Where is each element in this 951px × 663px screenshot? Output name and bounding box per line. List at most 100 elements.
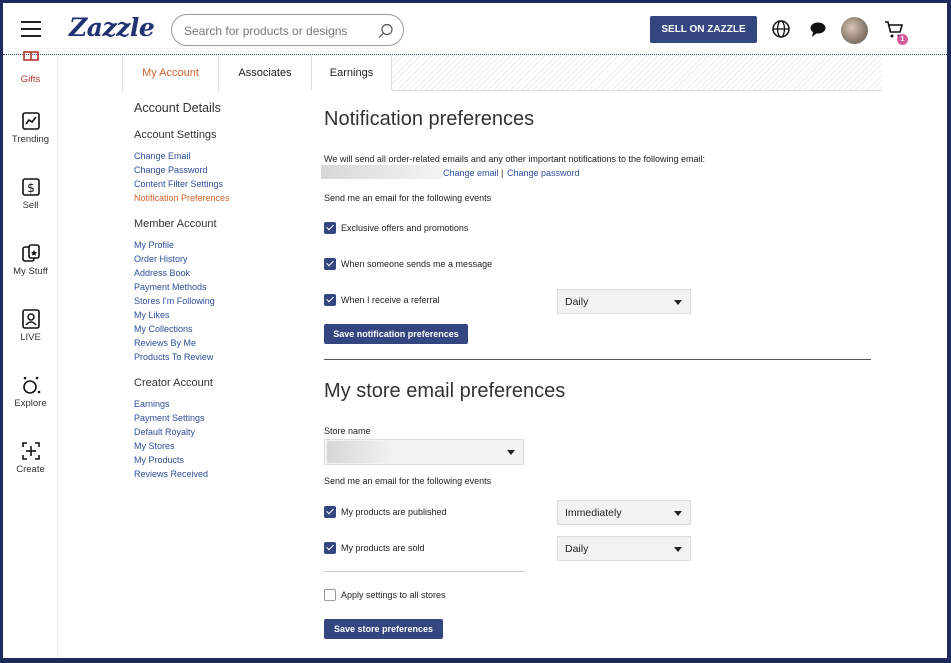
nav-default-royalty[interactable]: Default Royalty (134, 427, 195, 437)
referral-frequency-value: Daily (565, 296, 589, 308)
globe-icon[interactable] (770, 18, 792, 40)
browser-frame: Zazzle SELL ON ZAZZLE 1 (3, 3, 947, 658)
svg-text:$: $ (27, 181, 35, 195)
store-name-select[interactable] (324, 439, 524, 465)
menu-icon[interactable] (21, 21, 41, 37)
tab-associates[interactable]: Associates (218, 55, 312, 91)
account-details-title: Account Details (134, 101, 221, 115)
nav-change-password[interactable]: Change Password (134, 165, 208, 175)
member-account-heading: Member Account (134, 218, 217, 230)
published-frequency-select[interactable]: Immediately (557, 500, 691, 525)
nav-content-filter-settings[interactable]: Content Filter Settings (134, 179, 223, 189)
message-label: When someone sends me a message (341, 259, 493, 269)
account-tabs: My Account Associates Earnings (122, 55, 882, 92)
rail-label-gifts: Gifts (20, 74, 41, 85)
avatar[interactable] (841, 17, 868, 44)
my-stuff-icon (21, 244, 40, 262)
sold-frequency-value: Daily (565, 543, 589, 555)
rail-item-my-stuff[interactable]: My Stuff (3, 242, 58, 277)
save-store-preferences-button[interactable]: Save store preferences (324, 619, 443, 639)
search-box[interactable] (171, 14, 404, 46)
apply-divider (324, 571, 525, 572)
apply-all-stores-checkbox[interactable] (324, 589, 336, 601)
exclusive-offers-label: Exclusive offers and promotions (341, 223, 469, 233)
rail-label-explore: Explore (14, 398, 47, 409)
nav-payment-methods[interactable]: Payment Methods (134, 282, 207, 292)
published-frequency-value: Immediately (565, 507, 622, 519)
store-events-label: Send me an email for the following event… (324, 476, 492, 486)
tab-my-account[interactable]: My Account (122, 55, 219, 92)
nav-reviews-by-me[interactable]: Reviews By Me (134, 338, 196, 348)
left-rail: Gifts Trending $ Sell My Stuff LIVE Expl… (3, 51, 58, 658)
store-name-label: Store name (324, 426, 371, 436)
search-icon[interactable] (377, 22, 395, 40)
tab-earnings[interactable]: Earnings (311, 55, 392, 91)
nav-my-likes[interactable]: My Likes (134, 310, 170, 320)
rail-item-trending[interactable]: Trending (3, 110, 58, 145)
chevron-down-icon (674, 300, 682, 305)
exclusive-offers-checkbox[interactable] (324, 222, 336, 234)
save-notification-preferences-button[interactable]: Save notification preferences (324, 324, 468, 344)
rail-item-live[interactable]: LIVE (3, 308, 58, 343)
nav-products-to-review[interactable]: Products To Review (134, 352, 213, 362)
link-separator: | (501, 168, 504, 178)
products-sold-label: My products are sold (341, 543, 425, 553)
chevron-down-icon (507, 450, 515, 455)
live-icon (21, 309, 40, 329)
referral-frequency-select[interactable]: Daily (557, 289, 691, 314)
nav-earnings[interactable]: Earnings (134, 399, 170, 409)
trending-icon (21, 112, 40, 130)
message-checkbox[interactable] (324, 258, 336, 270)
section-divider (324, 359, 871, 360)
referral-label: When I receive a referral (341, 295, 440, 305)
apply-all-stores-label: Apply settings to all stores (341, 590, 446, 600)
rail-label-my-stuff: My Stuff (13, 266, 48, 277)
sell-on-zazzle-button[interactable]: SELL ON ZAZZLE (650, 16, 757, 43)
products-published-checkbox[interactable] (324, 506, 336, 518)
nav-my-products[interactable]: My Products (134, 455, 184, 465)
nav-payment-settings[interactable]: Payment Settings (134, 413, 205, 423)
creator-account-heading: Creator Account (134, 377, 213, 389)
account-settings-heading: Account Settings (134, 129, 217, 141)
change-password-link[interactable]: Change password (507, 168, 580, 178)
rail-item-create[interactable]: Create (3, 440, 58, 475)
nav-order-history[interactable]: Order History (134, 254, 188, 264)
nav-reviews-received[interactable]: Reviews Received (134, 469, 208, 479)
products-sold-checkbox[interactable] (324, 542, 336, 554)
change-email-link[interactable]: Change email (443, 168, 499, 178)
rail-item-sell[interactable]: $ Sell (3, 176, 58, 211)
top-bar: Zazzle SELL ON ZAZZLE 1 (3, 3, 947, 55)
notification-intro-text: We will send all order-related emails an… (324, 154, 706, 164)
chevron-down-icon (674, 547, 682, 552)
nav-my-stores[interactable]: My Stores (134, 441, 175, 451)
notification-events-label: Send me an email for the following event… (324, 193, 492, 203)
dollar-icon: $ (21, 178, 40, 196)
rail-label-sell: Sell (22, 200, 39, 211)
rail-label-live: LIVE (20, 332, 41, 343)
store-email-preferences-title: My store email preferences (324, 380, 566, 402)
nav-my-profile[interactable]: My Profile (134, 240, 174, 250)
store-name-redacted (327, 441, 399, 463)
chevron-down-icon (674, 511, 682, 516)
email-address-redacted (321, 165, 443, 179)
nav-stores-following[interactable]: Stores I'm Following (134, 296, 215, 306)
nav-change-email[interactable]: Change Email (134, 151, 191, 161)
referral-checkbox[interactable] (324, 294, 336, 306)
rail-item-gifts[interactable]: Gifts (3, 50, 58, 85)
cart-count-badge: 1 (897, 34, 908, 45)
rail-label-create: Create (16, 464, 45, 475)
gift-icon (22, 51, 39, 61)
search-input[interactable] (184, 22, 374, 40)
nav-my-collections[interactable]: My Collections (134, 324, 193, 334)
explore-icon (22, 376, 40, 394)
sold-frequency-select[interactable]: Daily (557, 536, 691, 561)
rail-label-trending: Trending (11, 134, 50, 145)
zazzle-logo[interactable]: Zazzle (69, 13, 155, 42)
chat-icon[interactable] (807, 18, 829, 40)
nav-notification-preferences[interactable]: Notification Preferences (134, 193, 230, 203)
nav-address-book[interactable]: Address Book (134, 268, 190, 278)
account-nav: Account Details Account Settings Change … (134, 101, 304, 479)
rail-item-explore[interactable]: Explore (3, 374, 58, 409)
notification-preferences-title: Notification preferences (324, 108, 535, 130)
create-plus-icon (21, 442, 40, 460)
